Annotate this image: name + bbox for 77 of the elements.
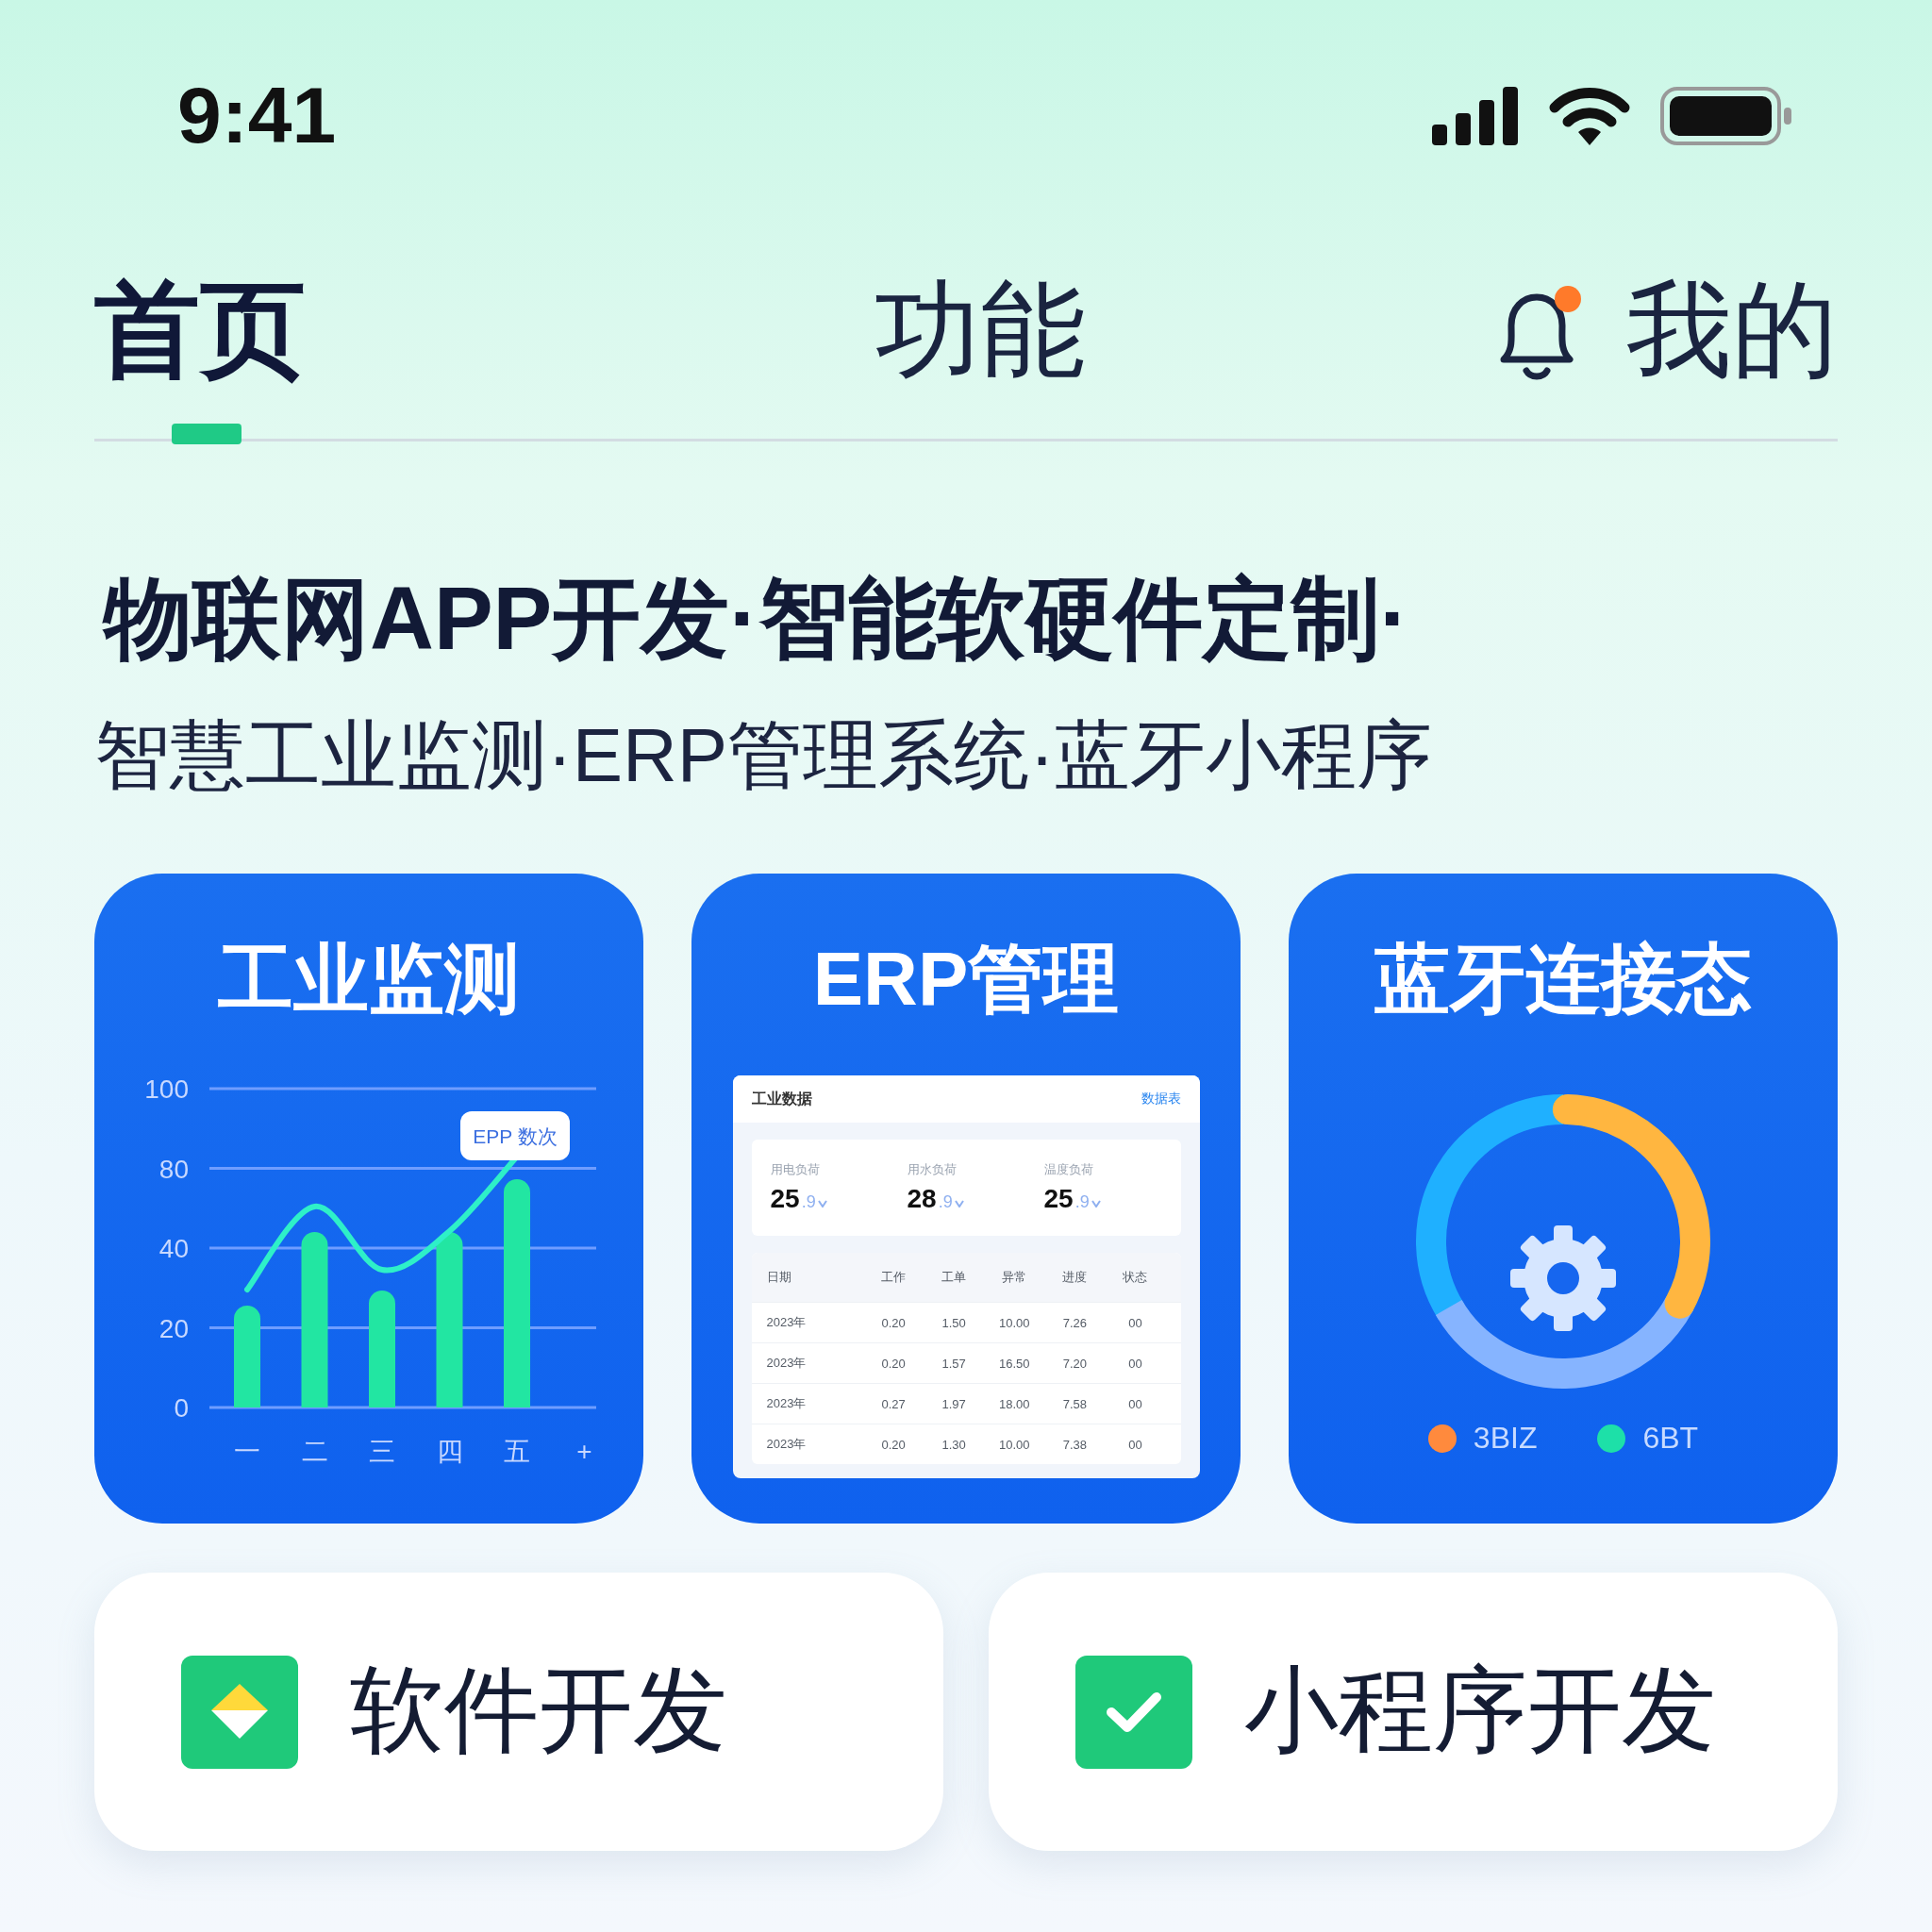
table-cell-text: 2023年 [766, 1314, 808, 1331]
feature-card[interactable]: 工业监测 100 80 40 20 0 EPP 数次 一 二 三 四 五 + [94, 874, 643, 1524]
gear-icon [1508, 1224, 1618, 1333]
table-cell-text: 2023年 [766, 1355, 808, 1372]
axis-label: 100 [144, 1074, 189, 1104]
table-cell-text: 7.26 [1061, 1315, 1088, 1330]
table-cell-text: 00 [1127, 1356, 1143, 1371]
table-cell-text: 7.38 [1061, 1437, 1088, 1452]
card-title: 工业监测 [218, 936, 520, 1023]
axis-label: 40 [158, 1234, 189, 1263]
axis-label: 20 [158, 1313, 189, 1343]
wifi-icon [1547, 86, 1632, 145]
table-cell-text: 10.00 [998, 1437, 1031, 1452]
stat-label: 用电负荷 [770, 1161, 821, 1178]
table-cell-text: 7.58 [1061, 1396, 1088, 1411]
table-cell-text: 00 [1127, 1437, 1143, 1452]
table-cell-text: 00 [1127, 1315, 1143, 1330]
table-cell-text: 0.20 [880, 1356, 907, 1371]
column-header: 异常 [1001, 1269, 1028, 1286]
table-cell-text: 16.50 [998, 1356, 1031, 1371]
legend-label: 3BIZ [1473, 1421, 1538, 1456]
nav-tab[interactable]: 我的 [1626, 259, 1838, 448]
column-header: 进度 [1061, 1269, 1089, 1286]
card-title: ERP管理 [812, 936, 1120, 1023]
stat-value: 25 [770, 1184, 800, 1214]
table-cell-text: 10.00 [998, 1315, 1031, 1330]
column-header: 工作 [880, 1269, 908, 1286]
stat-decimal: .9 [938, 1192, 953, 1212]
column-header: 日期 [766, 1269, 792, 1286]
stat-value: 25 [1043, 1184, 1074, 1214]
table-cell-text: 1.30 [941, 1437, 967, 1452]
chart-tooltip: EPP 数次 [460, 1111, 570, 1160]
feature-card[interactable]: 蓝牙连接态 3BIZ 6BT [1289, 874, 1838, 1524]
stat-label: 温度负荷 [1043, 1161, 1094, 1178]
table-cell-text: 2023年 [766, 1436, 808, 1453]
column-header: 工单 [941, 1269, 968, 1286]
stat-value: 28 [907, 1184, 937, 1214]
checkmark-icon [1075, 1655, 1192, 1769]
table-cell-text: 1.97 [941, 1396, 967, 1411]
service-button[interactable]: 软件开发 [94, 1573, 943, 1851]
axis-label: + [576, 1437, 592, 1466]
table-cell-text: 1.57 [941, 1356, 967, 1371]
headline: 物联网APP开发·智能软硬件定制· [101, 568, 1410, 670]
chevron-icon [954, 1200, 964, 1208]
axis-label: 0 [174, 1393, 189, 1423]
table-cell-text: 2023年 [766, 1395, 808, 1412]
axis-label: 一 [234, 1437, 260, 1466]
stat-label: 用水负荷 [907, 1161, 958, 1178]
axis-label: 三 [369, 1437, 395, 1466]
subtitle: 智慧工业监测·ERP管理系统·蓝牙小程序 [94, 712, 1433, 799]
axis-label: 80 [158, 1154, 189, 1184]
panel-title: 工业数据 [751, 1089, 812, 1108]
nav-tab[interactable]: 首页 [94, 259, 306, 448]
stat-decimal: .9 [801, 1192, 816, 1212]
nav-tab[interactable]: 功能 [874, 259, 1086, 448]
table-cell-text: 0.20 [880, 1315, 907, 1330]
chevron-icon [1091, 1200, 1101, 1208]
table-cell-text: 1.50 [941, 1315, 967, 1330]
legend-label: 6BT [1642, 1421, 1699, 1456]
chevron-icon [817, 1200, 827, 1208]
table-link[interactable]: 数据表 [1141, 1091, 1181, 1108]
column-header: 状态 [1122, 1269, 1149, 1286]
feature-card[interactable]: ERP管理 工业数据 数据表 用电负荷 25.9 用水负荷 28.9 温度负荷 25.9 日期 工作 工单 异常 进度 状态 2023年 0.20 1.50 10.00 7.26 00 2023年 0.20 1.57 16.50 7.20 00 2023年 0.27 1.97 18.00 7.58 00 2023年 0.20 1.30 10.00 7.38 00 [691, 874, 1241, 1524]
card-title: 蓝牙连接态 [1374, 936, 1752, 1023]
table-cell-text: 0.27 [880, 1396, 907, 1411]
signal-icon [1432, 86, 1519, 145]
table-cell-text: 0.20 [880, 1437, 907, 1452]
table-cell-text: 00 [1127, 1396, 1143, 1411]
status-time: 9:41 [177, 70, 337, 161]
service-button[interactable]: 小程序开发 [989, 1573, 1838, 1851]
table-cell-text: 18.00 [998, 1396, 1031, 1411]
axis-label: 二 [301, 1437, 328, 1466]
battery-icon [1660, 86, 1792, 145]
stat-decimal: .9 [1074, 1192, 1090, 1212]
axis-label: 五 [504, 1437, 530, 1466]
axis-label: 四 [436, 1437, 463, 1466]
table-cell-text: 7.20 [1061, 1356, 1088, 1371]
